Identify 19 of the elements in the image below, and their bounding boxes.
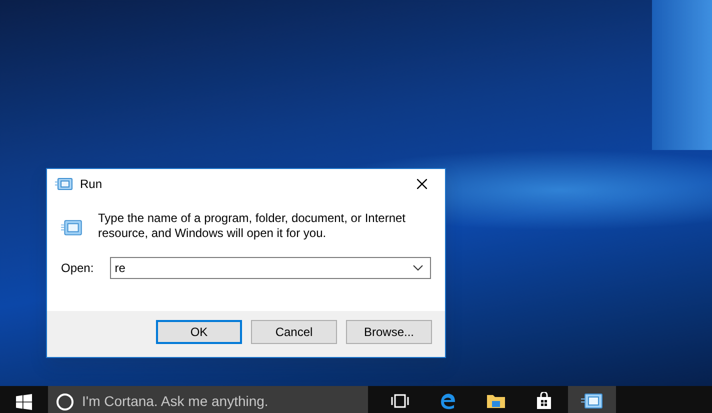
- dialog-button[interactable]: OK: [156, 320, 242, 344]
- windows-start-icon[interactable]: [16, 394, 32, 410]
- dropdown-caret-icon[interactable]: [413, 265, 423, 271]
- cortana-search-box[interactable]: I'm Cortana. Ask me anything.: [48, 386, 368, 413]
- shopping-bag-icon: [535, 392, 553, 410]
- cortana-circle-icon: [56, 392, 74, 410]
- folder-icon: [486, 393, 506, 409]
- window-title: Run: [80, 176, 102, 193]
- close-icon: [417, 179, 427, 189]
- run-icon: [581, 393, 603, 409]
- task-view-icon: [391, 394, 409, 408]
- dialog-button[interactable]: Cancel: [251, 320, 337, 344]
- taskbar-app-button[interactable]: [568, 386, 616, 413]
- instruction-text: Type the name of a program, folder, document, or Internet resource, and Windows will open it for you.: [98, 211, 407, 241]
- open-combobox[interactable]: re: [110, 257, 431, 279]
- dialog-button[interactable]: Browse...: [346, 320, 432, 344]
- open-label: Open:: [61, 260, 94, 277]
- e-letter-icon: [439, 392, 457, 410]
- run-icon: [55, 178, 73, 190]
